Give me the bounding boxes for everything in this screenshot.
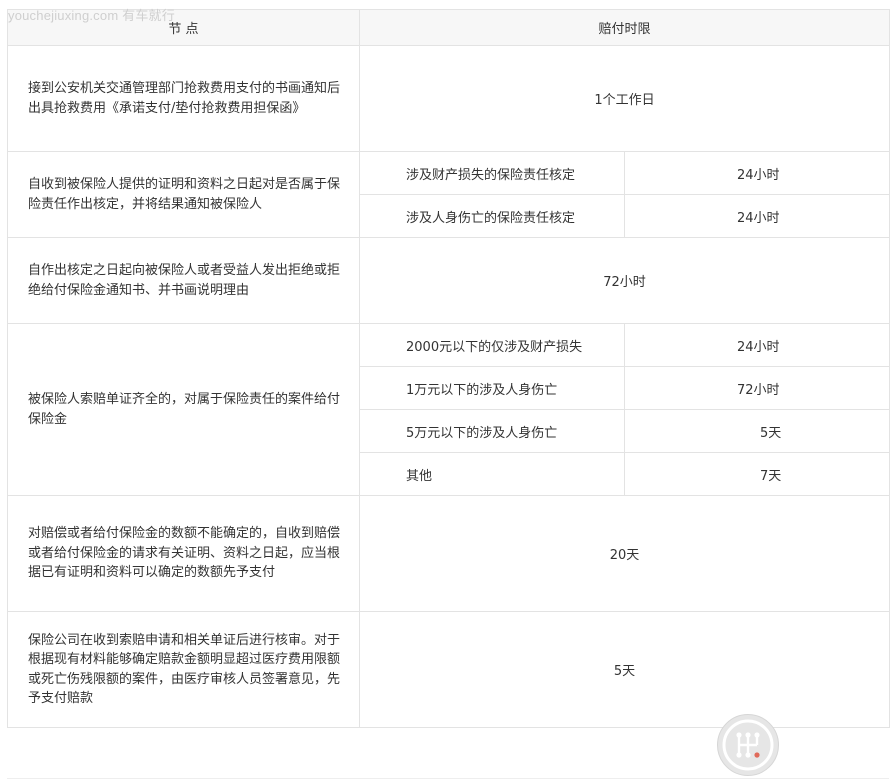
row-condition: 1万元以下的涉及人身伤亡 — [359, 366, 625, 410]
row-condition: 涉及人身伤亡的保险责任核定 — [359, 194, 625, 238]
watermark-text: youchejiuxing.com 有车就行 — [8, 8, 175, 23]
row-node: 保险公司在收到索赔申请和相关单证后进行核审。对于根据现有材料能够确定赔款金额明显… — [7, 611, 360, 728]
row-node: 自作出核定之日起向被保险人或者受益人发出拒绝或拒绝给付保险金通知书、并书画说明理… — [7, 237, 360, 324]
row-limit: 72小时 — [623, 366, 891, 410]
row-limit: 1个工作日 — [358, 45, 891, 152]
row-node: 被保险人索赔单证齐全的，对属于保险责任的案件给付保险金 — [7, 323, 360, 496]
claims-timeline-table: 节 点 赔付时限 接到公安机关交通管理部门抢救费用支付的书画通知后出具抢救费用《… — [7, 9, 891, 728]
row-limit: 24小时 — [623, 194, 891, 238]
row-limit: 24小时 — [623, 323, 891, 367]
table-row: 自作出核定之日起向被保险人或者受益人发出拒绝或拒绝给付保险金通知书、并书画说明理… — [7, 237, 891, 324]
table-row: 对赔偿或者给付保险金的数额不能确定的，自收到赔偿或者给付保险金的请求有关证明、资… — [7, 495, 891, 612]
row-condition: 涉及财产损失的保险责任核定 — [359, 151, 625, 195]
gear-shift-logo-icon — [717, 714, 779, 776]
table-row: 接到公安机关交通管理部门抢救费用支付的书画通知后出具抢救费用《承诺支付/垫付抢救… — [7, 45, 891, 152]
row-limit: 24小时 — [623, 151, 891, 195]
row-limit: 20天 — [358, 495, 891, 612]
row-limit: 5天 — [623, 409, 891, 453]
row-limit: 5天 — [358, 611, 891, 728]
row-condition: 5万元以下的涉及人身伤亡 — [359, 409, 625, 453]
row-node: 对赔偿或者给付保险金的数额不能确定的，自收到赔偿或者给付保险金的请求有关证明、资… — [7, 495, 360, 612]
table-row: 保险公司在收到索赔申请和相关单证后进行核审。对于根据现有材料能够确定赔款金额明显… — [7, 611, 891, 728]
row-condition: 其他 — [359, 452, 625, 496]
row-node: 接到公安机关交通管理部门抢救费用支付的书画通知后出具抢救费用《承诺支付/垫付抢救… — [7, 45, 360, 152]
header-limit: 赔付时限 — [358, 9, 891, 46]
row-condition: 2000元以下的仅涉及财产损失 — [359, 323, 625, 367]
divider — [7, 778, 889, 779]
table-row: 自收到被保险人提供的证明和资料之日起对是否属于保险责任作出核定，并将结果通知被保… — [7, 151, 891, 238]
row-node: 自收到被保险人提供的证明和资料之日起对是否属于保险责任作出核定，并将结果通知被保… — [7, 151, 360, 238]
row-limit: 7天 — [623, 452, 891, 496]
table-row: 被保险人索赔单证齐全的，对属于保险责任的案件给付保险金 2000元以下的仅涉及财… — [7, 323, 891, 496]
row-limit: 72小时 — [358, 237, 891, 324]
